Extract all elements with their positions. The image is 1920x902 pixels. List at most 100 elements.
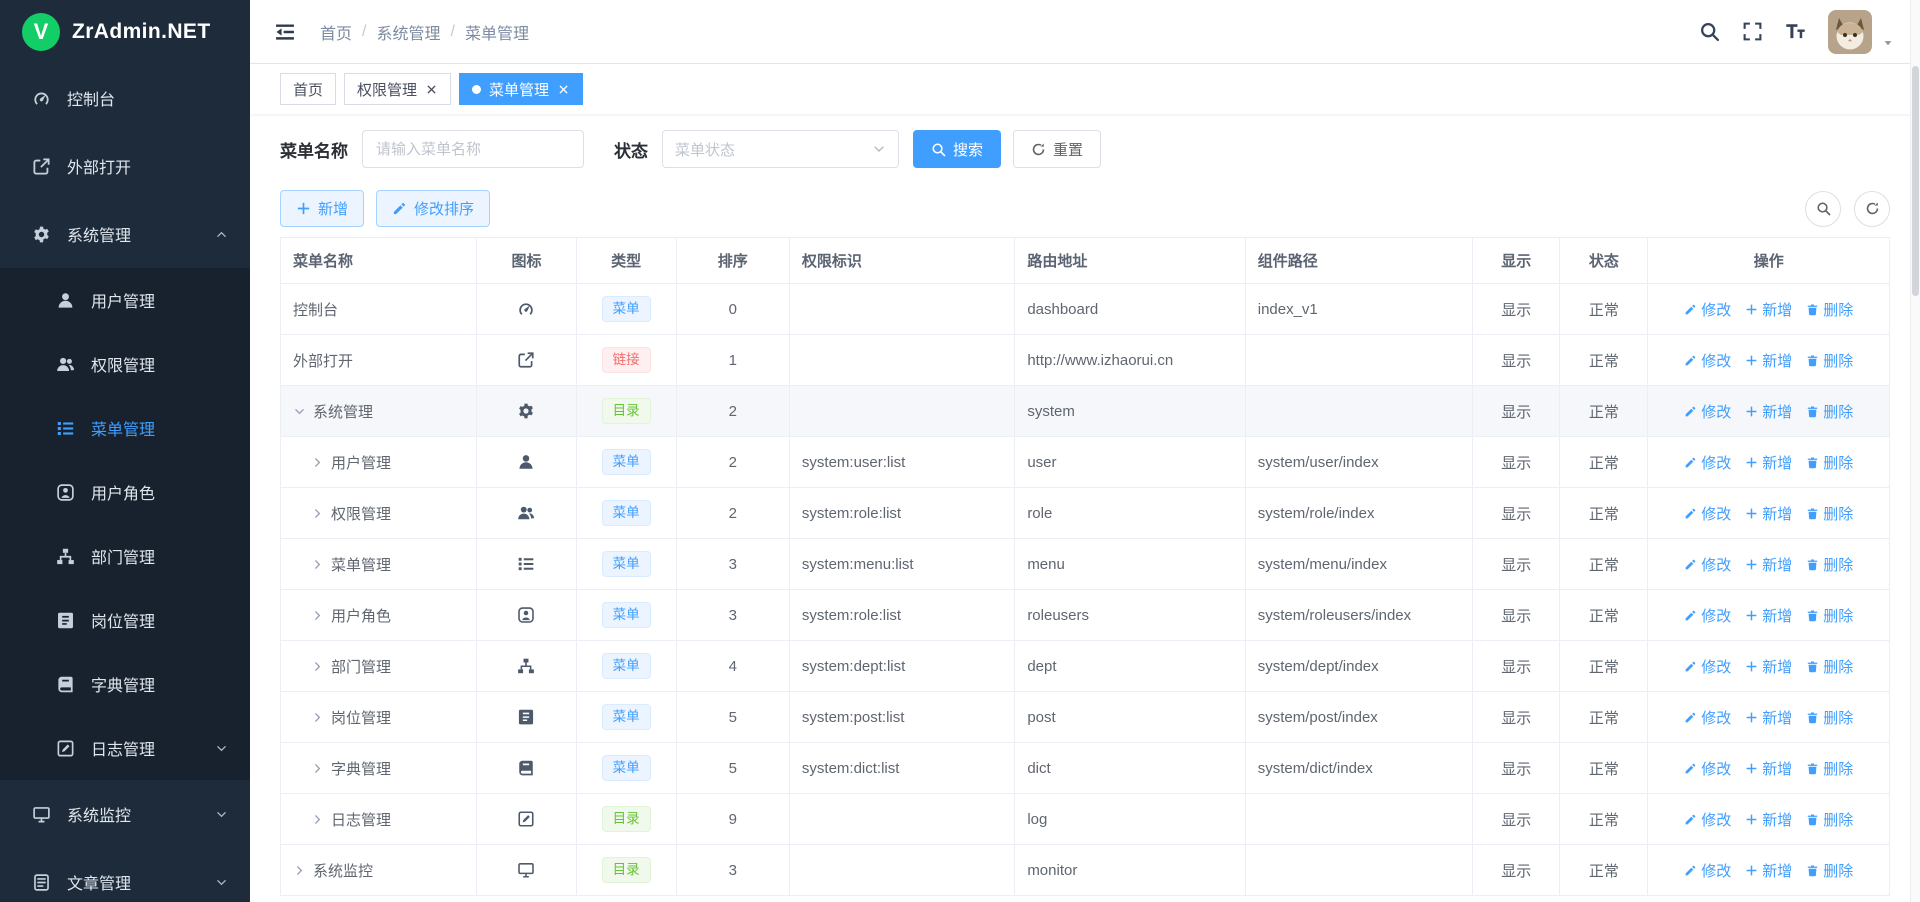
menu-name[interactable]: 部门管理 [331,656,391,677]
perm-cell: system:dict:list [789,743,1014,794]
fullscreen-icon[interactable] [1742,21,1763,42]
type-tag: 菜单 [602,449,651,475]
row-edit-link[interactable]: 修改 [1684,350,1731,371]
menu-name[interactable]: 用户管理 [331,452,391,473]
row-delete-link[interactable]: 删除 [1806,452,1853,473]
sidebar-item-menu[interactable]: 菜单管理 [0,396,250,460]
sidebar-item-external[interactable]: 外部打开 [0,132,250,200]
row-add-link[interactable]: 新增 [1745,503,1792,524]
menu-name[interactable]: 权限管理 [331,503,391,524]
sidebar-item-log[interactable]: 日志管理 [0,716,250,780]
sidebar-item-dict[interactable]: 字典管理 [0,652,250,716]
table-row: 系统管理目录2system显示正常修改新增删除 [281,386,1890,437]
menu-name[interactable]: 字典管理 [331,758,391,779]
row-edit-link[interactable]: 修改 [1684,809,1731,830]
row-edit-link[interactable]: 修改 [1684,860,1731,881]
sort-cell: 0 [676,284,789,335]
row-add-link[interactable]: 新增 [1745,452,1792,473]
table-row: 权限管理菜单2system:role:listrolesystem/role/i… [281,488,1890,539]
row-delete-link[interactable]: 删除 [1806,656,1853,677]
menu-name[interactable]: 用户角色 [331,605,391,626]
sidebar-item-role[interactable]: 权限管理 [0,332,250,396]
row-add-link[interactable]: 新增 [1745,299,1792,320]
page-content: 菜单名称 状态 菜单状态 搜索 重置 新增 [250,114,1920,902]
sidebar-item-system[interactable]: 系统管理 [0,200,250,268]
row-delete-link[interactable]: 删除 [1806,350,1853,371]
row-delete-link[interactable]: 删除 [1806,401,1853,422]
menu-icon-cell [477,437,576,488]
row-add-link[interactable]: 新增 [1745,401,1792,422]
scrollbar-thumb[interactable] [1912,66,1919,296]
row-add-link[interactable]: 新增 [1745,605,1792,626]
sidebar-item-article[interactable]: 文章管理 [0,848,250,902]
sidebar-item-roleusers[interactable]: 用户角色 [0,460,250,524]
op-label: 修改 [1701,350,1731,371]
status-select[interactable]: 菜单状态 [662,130,899,168]
sidebar-item-dashboard[interactable]: 控制台 [0,64,250,132]
row-edit-link[interactable]: 修改 [1684,554,1731,575]
row-add-link[interactable]: 新增 [1745,758,1792,779]
row-edit-link[interactable]: 修改 [1684,605,1731,626]
add-button-label: 新增 [318,198,348,219]
menu-name-input[interactable] [362,130,584,168]
tab-home[interactable]: 首页 [280,73,336,105]
menu-name[interactable]: 岗位管理 [331,707,391,728]
table-search-button[interactable] [1805,191,1841,227]
menu-name[interactable]: 日志管理 [331,809,391,830]
row-edit-link[interactable]: 修改 [1684,503,1731,524]
menu-name[interactable]: 系统监控 [313,860,373,881]
menu-name[interactable]: 菜单管理 [331,554,391,575]
table-refresh-button[interactable] [1854,191,1890,227]
sort-button[interactable]: 修改排序 [376,190,490,227]
sidebar-item-dept[interactable]: 部门管理 [0,524,250,588]
breadcrumb-item[interactable]: 系统管理 [376,20,440,44]
row-edit-link[interactable]: 修改 [1684,707,1731,728]
menu-name[interactable]: 控制台 [293,299,338,320]
font-size-icon[interactable] [1785,21,1806,42]
row-delete-link[interactable]: 删除 [1806,860,1853,881]
sort-cell: 3 [676,845,789,896]
tab-role[interactable]: 权限管理 [344,73,451,105]
row-delete-link[interactable]: 删除 [1806,299,1853,320]
sidebar-item-post[interactable]: 岗位管理 [0,588,250,652]
breadcrumb-item[interactable]: 菜单管理 [465,20,529,44]
article-icon [32,873,51,892]
sort-cell: 2 [676,386,789,437]
row-add-link[interactable]: 新增 [1745,707,1792,728]
row-edit-link[interactable]: 修改 [1684,758,1731,779]
row-add-link[interactable]: 新增 [1745,554,1792,575]
tab-menu[interactable]: 菜单管理 [459,73,583,105]
row-delete-link[interactable]: 删除 [1806,554,1853,575]
sidebar-item-user[interactable]: 用户管理 [0,268,250,332]
add-button[interactable]: 新增 [280,190,364,227]
row-edit-link[interactable]: 修改 [1684,299,1731,320]
search-button[interactable]: 搜索 [913,130,1001,168]
row-delete-link[interactable]: 删除 [1806,707,1853,728]
edit-icon [1684,711,1697,724]
page-scrollbar[interactable] [1910,0,1920,902]
reset-button[interactable]: 重置 [1013,130,1101,168]
row-add-link[interactable]: 新增 [1745,809,1792,830]
row-edit-link[interactable]: 修改 [1684,656,1731,677]
breadcrumb-item[interactable]: 首页 [320,20,352,44]
row-add-link[interactable]: 新增 [1745,350,1792,371]
search-icon[interactable] [1699,21,1720,42]
row-add-link[interactable]: 新增 [1745,860,1792,881]
menu-name[interactable]: 系统管理 [313,401,373,422]
row-delete-link[interactable]: 删除 [1806,605,1853,626]
user-avatar[interactable] [1828,10,1872,54]
row-edit-link[interactable]: 修改 [1684,401,1731,422]
op-label: 修改 [1701,554,1731,575]
row-delete-link[interactable]: 删除 [1806,758,1853,779]
fold-icon[interactable] [274,21,296,43]
row-delete-link[interactable]: 删除 [1806,503,1853,524]
row-add-link[interactable]: 新增 [1745,656,1792,677]
caret-down-icon[interactable] [1882,37,1894,49]
menu-name[interactable]: 外部打开 [293,350,353,371]
row-edit-link[interactable]: 修改 [1684,452,1731,473]
row-delete-link[interactable]: 删除 [1806,809,1853,830]
op-label: 新增 [1762,452,1792,473]
logo[interactable]: V ZrAdmin.NET [0,0,250,64]
sidebar-item-monitor[interactable]: 系统监控 [0,780,250,848]
tab-label: 菜单管理 [489,79,549,100]
